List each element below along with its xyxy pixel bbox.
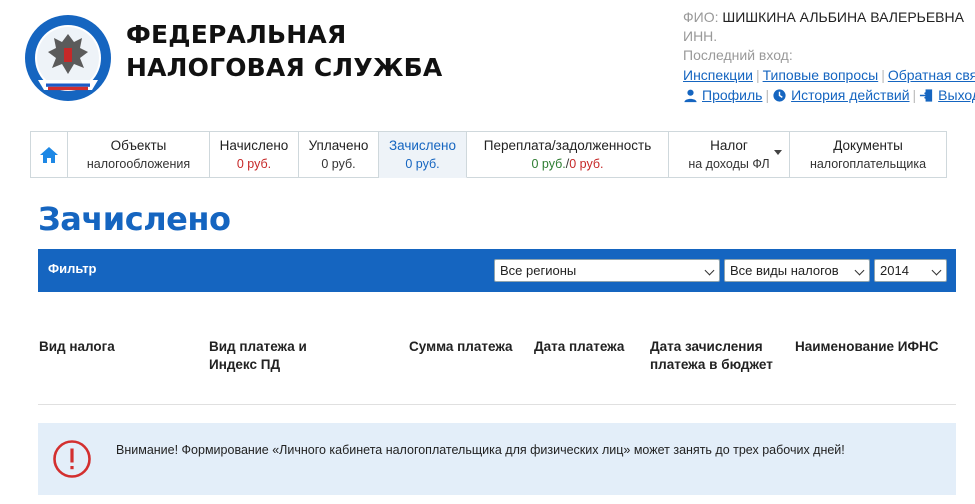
- credited-amount: 0 руб.: [405, 156, 440, 171]
- filter-label: Фильтр: [48, 261, 97, 276]
- region-select[interactable]: Все регионы: [494, 259, 720, 282]
- page-title: Зачислено: [38, 200, 231, 238]
- debt-amount: 0 руб.: [569, 156, 604, 171]
- alert-message: Внимание! Формирование «Личного кабинета…: [116, 443, 845, 457]
- inn-label: ИНН.: [683, 28, 718, 44]
- tab-taxpayer-documents[interactable]: Документы налогоплательщика: [790, 131, 947, 178]
- tab-tax-objects[interactable]: Объекты налогообложения: [68, 131, 210, 178]
- year-select[interactable]: 2014: [874, 259, 947, 282]
- home-icon: [40, 146, 58, 163]
- fio-label: ФИО:: [683, 9, 719, 25]
- tax-type-select[interactable]: Все виды налогов: [724, 259, 870, 282]
- tab-credited[interactable]: Зачислено 0 руб.: [379, 131, 467, 178]
- main-tabs: Объекты налогообложения Начислено 0 руб.…: [30, 131, 947, 178]
- tab-paid[interactable]: Уплачено 0 руб.: [299, 131, 379, 178]
- brand-line1: ФЕДЕРАЛЬНАЯ: [126, 20, 347, 49]
- history-link[interactable]: История действий: [772, 86, 910, 105]
- tab-personal-income-tax[interactable]: Налог на доходы ФЛ: [669, 131, 790, 178]
- table-header: Вид налога Вид платежа и Индекс ПД Сумма…: [38, 338, 956, 405]
- column-payment-date: Дата платежа: [534, 339, 625, 354]
- user-icon: [684, 89, 697, 103]
- last-login-label: Последний вход:: [683, 47, 793, 63]
- logout-door-icon: [920, 89, 933, 102]
- header-links: Инспекции|Типовые вопросы|Обратная связь: [683, 66, 975, 85]
- tab-home[interactable]: [30, 131, 68, 178]
- exclamation-circle-icon: [53, 440, 91, 478]
- column-payment-type: Вид платежа и Индекс ПД: [209, 339, 307, 372]
- column-tax-type: Вид налога: [39, 339, 115, 354]
- link-faq[interactable]: Типовые вопросы: [763, 67, 879, 83]
- column-credit-date: Дата зачисления платежа в бюджет: [650, 339, 773, 372]
- paid-amount: 0 руб.: [321, 156, 356, 171]
- column-ifns-name: Наименование ИФНС: [795, 339, 939, 354]
- chevron-down-icon: [931, 265, 942, 276]
- logout-link[interactable]: Выход: [919, 86, 975, 105]
- brand-line2: НАЛОГОВАЯ СЛУЖБА: [126, 53, 443, 82]
- user-info-panel: ФИО: ШИШКИНА АЛЬБИНА ВАЛЕРЬЕВНА ИНН. Пос…: [683, 8, 975, 105]
- brand-title: ФЕДЕРАЛЬНАЯ НАЛОГОВАЯ СЛУЖБА: [126, 18, 442, 84]
- account-links: Профиль | История действий | Выход: [683, 86, 975, 105]
- tab-accrued[interactable]: Начислено 0 руб.: [210, 131, 299, 178]
- chevron-down-icon: [854, 265, 865, 276]
- warning-alert: Внимание! Формирование «Личного кабинета…: [38, 423, 956, 495]
- overpayment-amount: 0 руб.: [531, 156, 566, 171]
- tab-overpayment-debt[interactable]: Переплата/задолженность 0 руб./0 руб.: [467, 131, 669, 178]
- fio-value: ШИШКИНА АЛЬБИНА ВАЛЕРЬЕВНА: [722, 9, 964, 25]
- link-inspections[interactable]: Инспекции: [683, 67, 753, 83]
- column-payment-amount: Сумма платежа: [409, 339, 513, 354]
- link-feedback[interactable]: Обратная связь: [888, 67, 975, 83]
- history-clock-icon: [773, 89, 786, 102]
- fns-emblem-logo: [25, 15, 111, 101]
- profile-link[interactable]: Профиль: [683, 86, 762, 105]
- chevron-down-icon: [704, 265, 715, 276]
- filter-bar: Фильтр Все регионы Все виды налогов 2014: [38, 249, 956, 292]
- dropdown-caret-icon: [774, 150, 782, 155]
- accrued-amount: 0 руб.: [236, 156, 272, 171]
